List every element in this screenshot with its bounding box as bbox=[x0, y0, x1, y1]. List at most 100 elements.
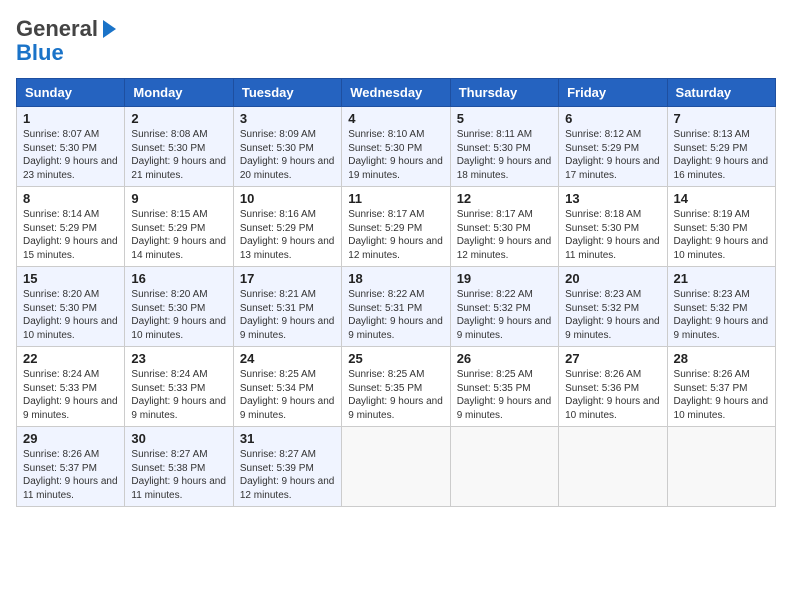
col-header-thursday: Thursday bbox=[450, 79, 558, 107]
sunrise-label: Sunrise: 8:26 AM bbox=[674, 369, 750, 380]
sunrise-label: Sunrise: 8:26 AM bbox=[23, 449, 99, 460]
day-info: Sunrise: 8:19 AM Sunset: 5:30 PM Dayligh… bbox=[674, 208, 769, 262]
calendar-cell: 1 Sunrise: 8:07 AM Sunset: 5:30 PM Dayli… bbox=[17, 107, 125, 187]
daylight-label: Daylight: 9 hours and 11 minutes. bbox=[565, 236, 660, 261]
sunset-label: Sunset: 5:31 PM bbox=[240, 303, 314, 314]
sunset-label: Sunset: 5:37 PM bbox=[23, 463, 97, 474]
logo-blue-text: Blue bbox=[16, 42, 64, 64]
day-info: Sunrise: 8:18 AM Sunset: 5:30 PM Dayligh… bbox=[565, 208, 660, 262]
sunset-label: Sunset: 5:30 PM bbox=[348, 143, 422, 154]
sunrise-label: Sunrise: 8:19 AM bbox=[674, 209, 750, 220]
daylight-label: Daylight: 9 hours and 9 minutes. bbox=[674, 316, 769, 341]
day-info: Sunrise: 8:27 AM Sunset: 5:38 PM Dayligh… bbox=[131, 448, 226, 502]
calendar-cell: 18 Sunrise: 8:22 AM Sunset: 5:31 PM Dayl… bbox=[342, 267, 450, 347]
day-number: 13 bbox=[565, 191, 660, 206]
daylight-label: Daylight: 9 hours and 18 minutes. bbox=[457, 156, 552, 181]
day-number: 28 bbox=[674, 351, 769, 366]
sunset-label: Sunset: 5:30 PM bbox=[240, 143, 314, 154]
calendar-header: SundayMondayTuesdayWednesdayThursdayFrid… bbox=[17, 79, 776, 107]
sunset-label: Sunset: 5:35 PM bbox=[457, 383, 531, 394]
day-number: 30 bbox=[131, 431, 226, 446]
calendar-cell: 29 Sunrise: 8:26 AM Sunset: 5:37 PM Dayl… bbox=[17, 427, 125, 507]
daylight-label: Daylight: 9 hours and 9 minutes. bbox=[240, 316, 335, 341]
calendar-cell: 4 Sunrise: 8:10 AM Sunset: 5:30 PM Dayli… bbox=[342, 107, 450, 187]
daylight-label: Daylight: 9 hours and 13 minutes. bbox=[240, 236, 335, 261]
sunset-label: Sunset: 5:36 PM bbox=[565, 383, 639, 394]
day-number: 5 bbox=[457, 111, 552, 126]
day-info: Sunrise: 8:22 AM Sunset: 5:31 PM Dayligh… bbox=[348, 288, 443, 342]
day-number: 16 bbox=[131, 271, 226, 286]
day-info: Sunrise: 8:16 AM Sunset: 5:29 PM Dayligh… bbox=[240, 208, 335, 262]
calendar-cell: 17 Sunrise: 8:21 AM Sunset: 5:31 PM Dayl… bbox=[233, 267, 341, 347]
day-number: 7 bbox=[674, 111, 769, 126]
sunrise-label: Sunrise: 8:23 AM bbox=[565, 289, 641, 300]
sunset-label: Sunset: 5:29 PM bbox=[348, 223, 422, 234]
day-info: Sunrise: 8:25 AM Sunset: 5:35 PM Dayligh… bbox=[457, 368, 552, 422]
daylight-label: Daylight: 9 hours and 19 minutes. bbox=[348, 156, 443, 181]
daylight-label: Daylight: 9 hours and 12 minutes. bbox=[240, 476, 335, 501]
calendar-week-3: 15 Sunrise: 8:20 AM Sunset: 5:30 PM Dayl… bbox=[17, 267, 776, 347]
sunset-label: Sunset: 5:38 PM bbox=[131, 463, 205, 474]
day-info: Sunrise: 8:26 AM Sunset: 5:37 PM Dayligh… bbox=[23, 448, 118, 502]
daylight-label: Daylight: 9 hours and 12 minutes. bbox=[348, 236, 443, 261]
col-header-monday: Monday bbox=[125, 79, 233, 107]
sunrise-label: Sunrise: 8:22 AM bbox=[457, 289, 533, 300]
calendar-cell: 14 Sunrise: 8:19 AM Sunset: 5:30 PM Dayl… bbox=[667, 187, 775, 267]
calendar-cell: 10 Sunrise: 8:16 AM Sunset: 5:29 PM Dayl… bbox=[233, 187, 341, 267]
calendar-week-4: 22 Sunrise: 8:24 AM Sunset: 5:33 PM Dayl… bbox=[17, 347, 776, 427]
calendar-cell bbox=[342, 427, 450, 507]
sunset-label: Sunset: 5:29 PM bbox=[674, 143, 748, 154]
daylight-label: Daylight: 9 hours and 10 minutes. bbox=[23, 316, 118, 341]
daylight-label: Daylight: 9 hours and 9 minutes. bbox=[240, 396, 335, 421]
day-number: 27 bbox=[565, 351, 660, 366]
sunrise-label: Sunrise: 8:17 AM bbox=[457, 209, 533, 220]
sunset-label: Sunset: 5:37 PM bbox=[674, 383, 748, 394]
day-info: Sunrise: 8:11 AM Sunset: 5:30 PM Dayligh… bbox=[457, 128, 552, 182]
calendar-cell: 2 Sunrise: 8:08 AM Sunset: 5:30 PM Dayli… bbox=[125, 107, 233, 187]
calendar-cell: 19 Sunrise: 8:22 AM Sunset: 5:32 PM Dayl… bbox=[450, 267, 558, 347]
calendar-table: SundayMondayTuesdayWednesdayThursdayFrid… bbox=[16, 78, 776, 507]
calendar-cell: 15 Sunrise: 8:20 AM Sunset: 5:30 PM Dayl… bbox=[17, 267, 125, 347]
day-number: 20 bbox=[565, 271, 660, 286]
sunrise-label: Sunrise: 8:24 AM bbox=[23, 369, 99, 380]
daylight-label: Daylight: 9 hours and 9 minutes. bbox=[457, 316, 552, 341]
sunrise-label: Sunrise: 8:23 AM bbox=[674, 289, 750, 300]
calendar-cell: 22 Sunrise: 8:24 AM Sunset: 5:33 PM Dayl… bbox=[17, 347, 125, 427]
sunset-label: Sunset: 5:33 PM bbox=[131, 383, 205, 394]
daylight-label: Daylight: 9 hours and 17 minutes. bbox=[565, 156, 660, 181]
sunrise-label: Sunrise: 8:12 AM bbox=[565, 129, 641, 140]
sunrise-label: Sunrise: 8:25 AM bbox=[240, 369, 316, 380]
sunrise-label: Sunrise: 8:20 AM bbox=[131, 289, 207, 300]
day-info: Sunrise: 8:20 AM Sunset: 5:30 PM Dayligh… bbox=[23, 288, 118, 342]
sunset-label: Sunset: 5:30 PM bbox=[565, 223, 639, 234]
calendar-week-1: 1 Sunrise: 8:07 AM Sunset: 5:30 PM Dayli… bbox=[17, 107, 776, 187]
day-info: Sunrise: 8:24 AM Sunset: 5:33 PM Dayligh… bbox=[131, 368, 226, 422]
day-number: 19 bbox=[457, 271, 552, 286]
day-number: 4 bbox=[348, 111, 443, 126]
daylight-label: Daylight: 9 hours and 14 minutes. bbox=[131, 236, 226, 261]
col-header-tuesday: Tuesday bbox=[233, 79, 341, 107]
calendar-week-5: 29 Sunrise: 8:26 AM Sunset: 5:37 PM Dayl… bbox=[17, 427, 776, 507]
day-number: 6 bbox=[565, 111, 660, 126]
calendar-cell: 23 Sunrise: 8:24 AM Sunset: 5:33 PM Dayl… bbox=[125, 347, 233, 427]
daylight-label: Daylight: 9 hours and 9 minutes. bbox=[348, 396, 443, 421]
calendar-cell: 8 Sunrise: 8:14 AM Sunset: 5:29 PM Dayli… bbox=[17, 187, 125, 267]
sunset-label: Sunset: 5:33 PM bbox=[23, 383, 97, 394]
sunset-label: Sunset: 5:30 PM bbox=[457, 223, 531, 234]
day-number: 9 bbox=[131, 191, 226, 206]
day-number: 12 bbox=[457, 191, 552, 206]
calendar-cell: 21 Sunrise: 8:23 AM Sunset: 5:32 PM Dayl… bbox=[667, 267, 775, 347]
day-info: Sunrise: 8:22 AM Sunset: 5:32 PM Dayligh… bbox=[457, 288, 552, 342]
day-info: Sunrise: 8:09 AM Sunset: 5:30 PM Dayligh… bbox=[240, 128, 335, 182]
calendar-cell: 6 Sunrise: 8:12 AM Sunset: 5:29 PM Dayli… bbox=[559, 107, 667, 187]
sunrise-label: Sunrise: 8:14 AM bbox=[23, 209, 99, 220]
daylight-label: Daylight: 9 hours and 15 minutes. bbox=[23, 236, 118, 261]
calendar-cell bbox=[559, 427, 667, 507]
calendar-cell: 11 Sunrise: 8:17 AM Sunset: 5:29 PM Dayl… bbox=[342, 187, 450, 267]
day-info: Sunrise: 8:23 AM Sunset: 5:32 PM Dayligh… bbox=[674, 288, 769, 342]
calendar-cell: 27 Sunrise: 8:26 AM Sunset: 5:36 PM Dayl… bbox=[559, 347, 667, 427]
daylight-label: Daylight: 9 hours and 10 minutes. bbox=[674, 236, 769, 261]
daylight-label: Daylight: 9 hours and 9 minutes. bbox=[23, 396, 118, 421]
daylight-label: Daylight: 9 hours and 11 minutes. bbox=[131, 476, 226, 501]
col-header-wednesday: Wednesday bbox=[342, 79, 450, 107]
